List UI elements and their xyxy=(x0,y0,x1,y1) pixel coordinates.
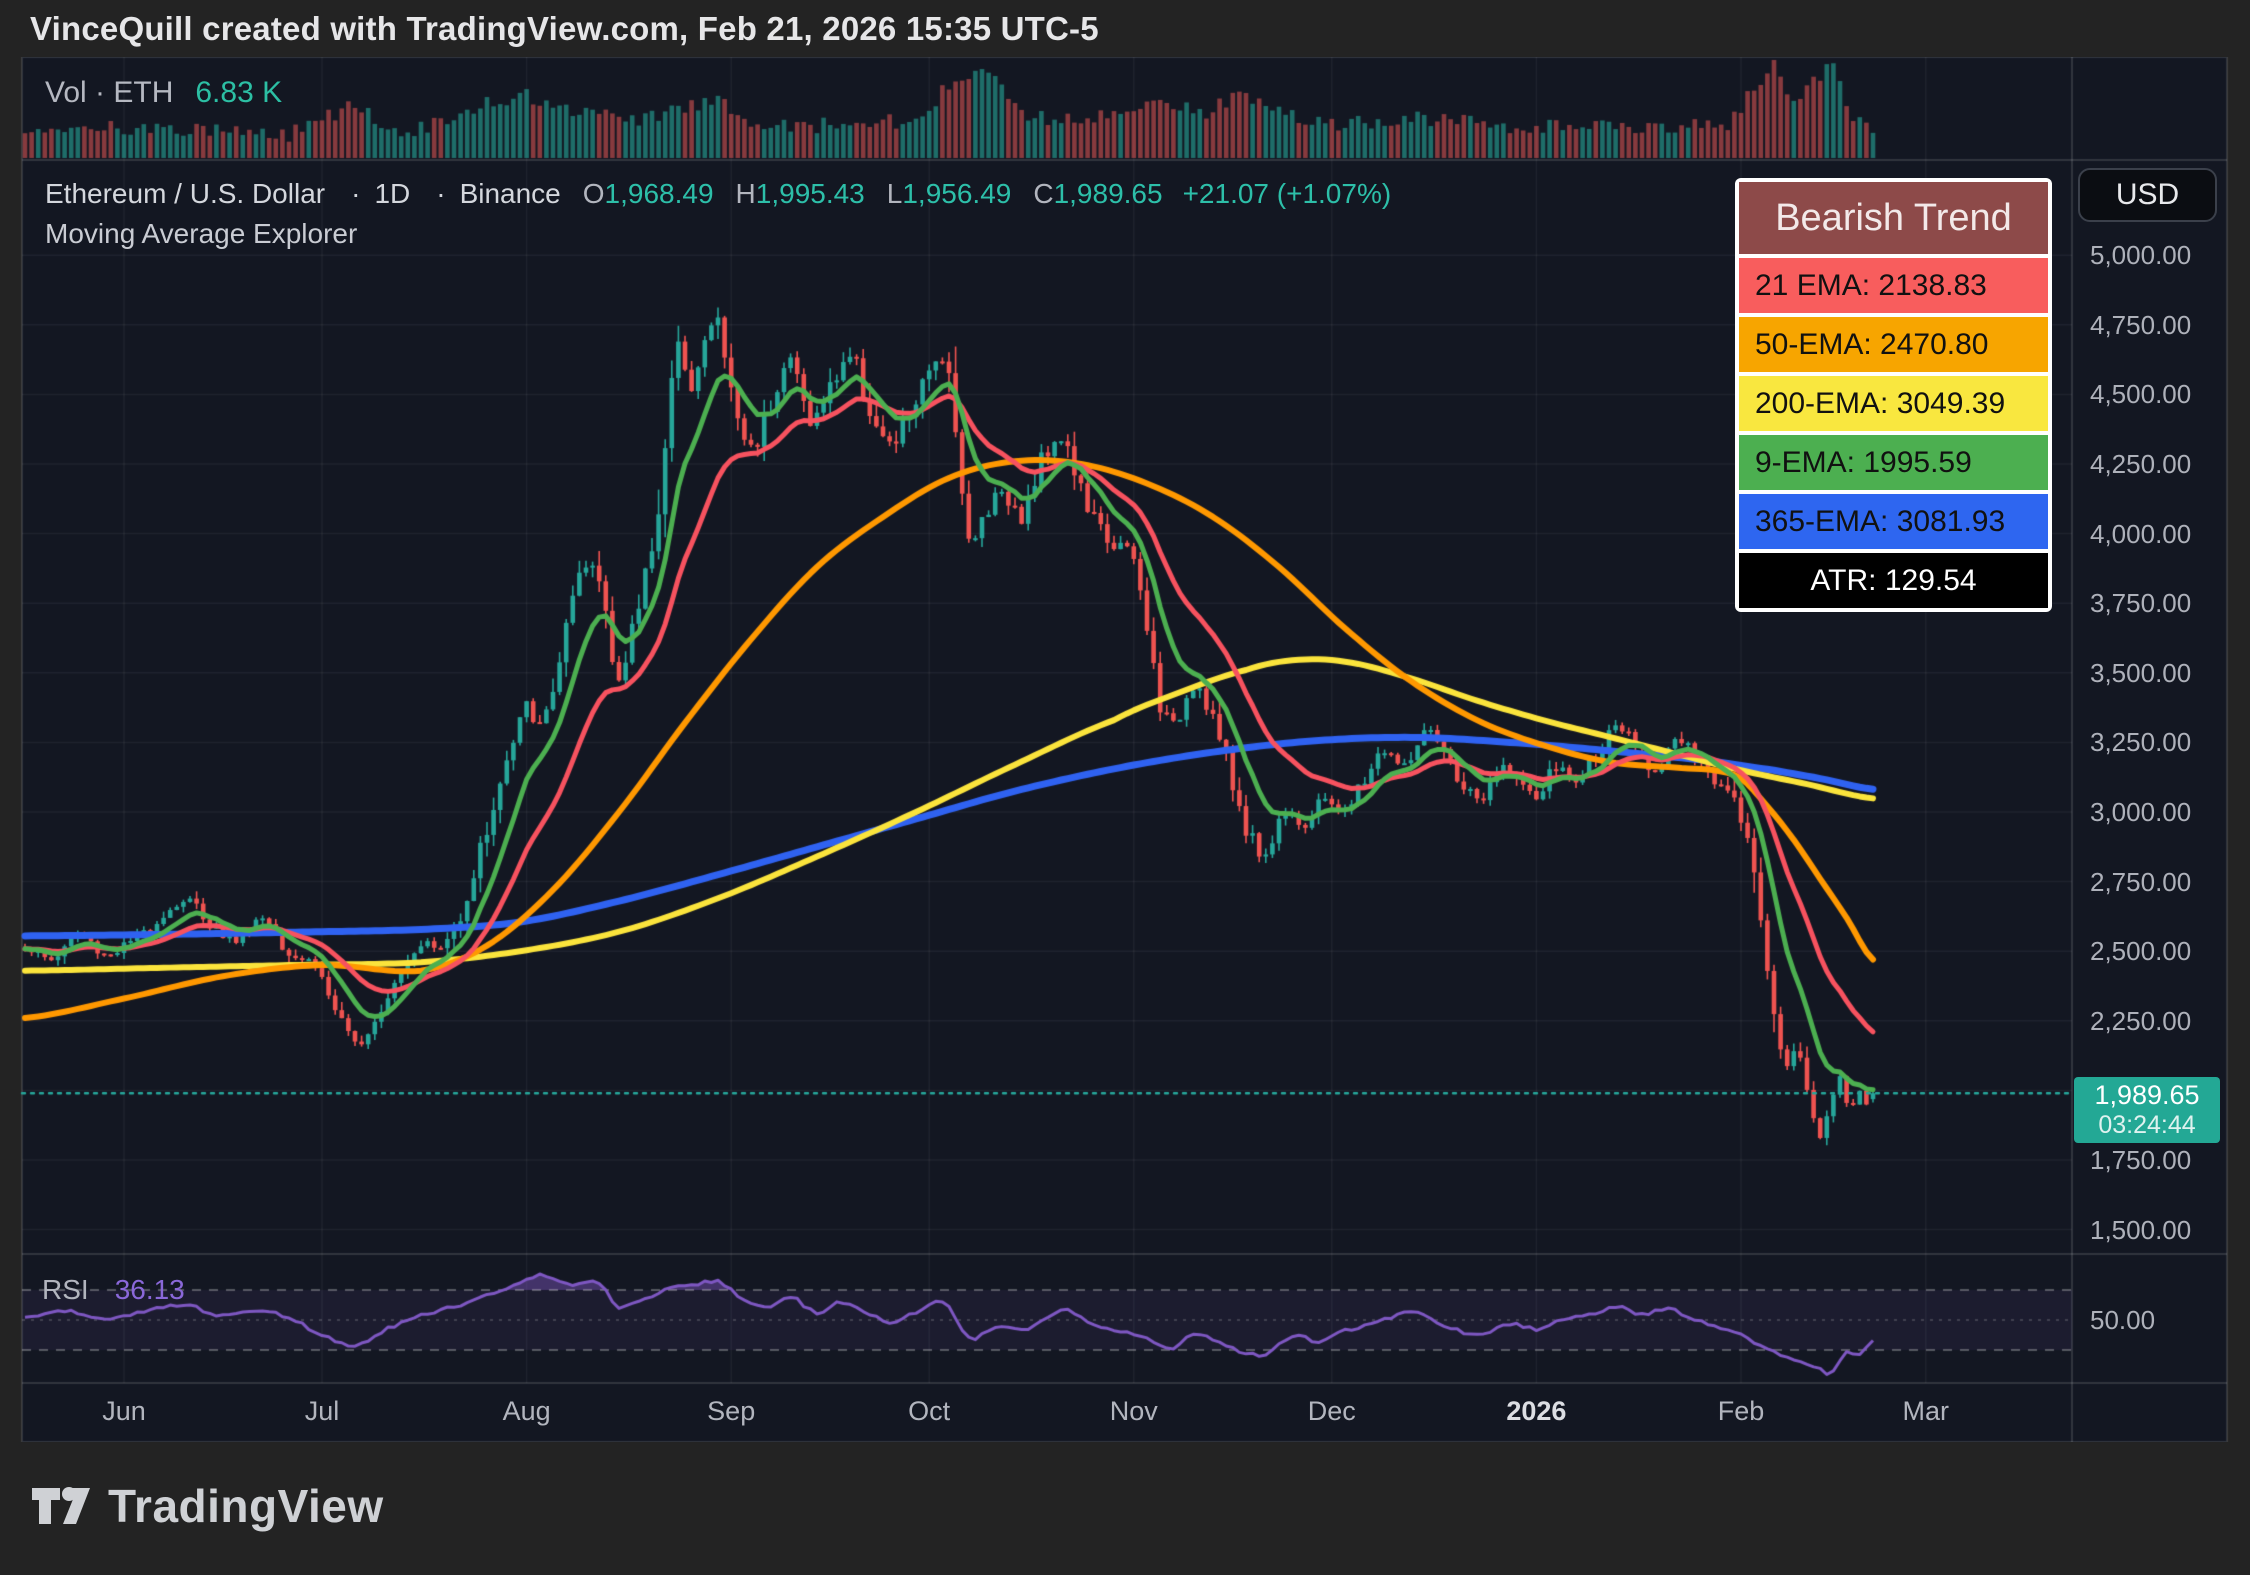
close-key: C xyxy=(1033,178,1053,209)
trend-atr-row: ATR: 129.54 xyxy=(1739,553,2048,608)
interval-label: 1D xyxy=(374,178,410,209)
month-label: Dec xyxy=(1308,1396,1356,1427)
price-tick-label: 5,000.00 xyxy=(2090,240,2191,271)
indicator-title[interactable]: Moving Average Explorer xyxy=(45,218,357,250)
symbol-legend[interactable]: Ethereum / U.S. Dollar·1D·BinanceO1,968.… xyxy=(45,178,1391,210)
low-key: L xyxy=(887,178,903,209)
open-value: 1,968.49 xyxy=(605,178,714,209)
price-tick-label: 2,500.00 xyxy=(2090,936,2191,967)
price-tick-label: 2,750.00 xyxy=(2090,867,2191,898)
open-key: O xyxy=(583,178,605,209)
month-label: Aug xyxy=(503,1396,551,1427)
volume-value: 6.83 K xyxy=(195,76,282,109)
tradingview-logo[interactable]: TradingView xyxy=(30,1478,384,1534)
tradingview-logo-icon xyxy=(30,1478,92,1534)
change-value: +21.07 (+1.07%) xyxy=(1183,178,1392,209)
price-tick-label: 4,500.00 xyxy=(2090,379,2191,410)
brand-name: TradingView xyxy=(108,1479,384,1533)
attribution-title: VinceQuill created with TradingView.com,… xyxy=(30,10,1099,48)
currency-toggle-button[interactable]: USD xyxy=(2078,168,2217,222)
trend-ema-row: 50-EMA: 2470.80 xyxy=(1739,317,2048,372)
price-tick-label: 4,250.00 xyxy=(2090,449,2191,480)
price-tick-label: 2,250.00 xyxy=(2090,1006,2191,1037)
month-label: Jul xyxy=(305,1396,340,1427)
price-tick-label: 4,000.00 xyxy=(2090,519,2191,550)
price-tick-label: 1,750.00 xyxy=(2090,1145,2191,1176)
price-tick-label: 4,750.00 xyxy=(2090,310,2191,341)
exchange-label: Binance xyxy=(460,178,561,209)
month-label: Jun xyxy=(102,1396,146,1427)
close-value: 1,989.65 xyxy=(1054,178,1163,209)
rsi-value: 36.13 xyxy=(115,1274,185,1305)
trend-ema-row: 9-EMA: 1995.59 xyxy=(1739,435,2048,490)
trend-status-box: Bearish Trend 21 EMA: 2138.8350-EMA: 247… xyxy=(1735,178,2052,612)
rsi-label: RSI xyxy=(42,1274,89,1305)
price-tick-label: 3,500.00 xyxy=(2090,658,2191,689)
month-label: Sep xyxy=(707,1396,755,1427)
price-tick-label: 3,750.00 xyxy=(2090,588,2191,619)
trend-ema-row: 200-EMA: 3049.39 xyxy=(1739,376,2048,431)
price-tick-label: 1,500.00 xyxy=(2090,1215,2191,1246)
high-value: 1,995.43 xyxy=(756,178,865,209)
tradingview-snapshot: VinceQuill created with TradingView.com,… xyxy=(0,0,2250,1575)
month-label: Feb xyxy=(1718,1396,1765,1427)
rsi-tick-label: 50.00 xyxy=(2090,1305,2155,1336)
month-label: Nov xyxy=(1110,1396,1158,1427)
last-price-badge[interactable]: 1,989.65 03:24:44 xyxy=(2074,1077,2220,1143)
month-label: Oct xyxy=(908,1396,950,1427)
trend-ema-row: 365-EMA: 3081.93 xyxy=(1739,494,2048,549)
bar-countdown: 03:24:44 xyxy=(2098,1111,2195,1140)
low-value: 1,956.49 xyxy=(902,178,1011,209)
trend-title: Bearish Trend xyxy=(1739,182,2048,254)
symbol-title: Ethereum / U.S. Dollar xyxy=(45,178,325,209)
month-label: Mar xyxy=(1903,1396,1950,1427)
rsi-legend[interactable]: RSI 36.13 xyxy=(42,1274,185,1306)
volume-label: Vol · ETH xyxy=(45,76,173,109)
month-label: 2026 xyxy=(1506,1396,1566,1427)
volume-legend[interactable]: Vol · ETH 6.83 K xyxy=(45,76,282,110)
high-key: H xyxy=(736,178,756,209)
last-price-value: 1,989.65 xyxy=(2094,1080,2199,1111)
price-tick-label: 3,000.00 xyxy=(2090,797,2191,828)
price-tick-label: 3,250.00 xyxy=(2090,727,2191,758)
trend-ema-row: 21 EMA: 2138.83 xyxy=(1739,258,2048,313)
